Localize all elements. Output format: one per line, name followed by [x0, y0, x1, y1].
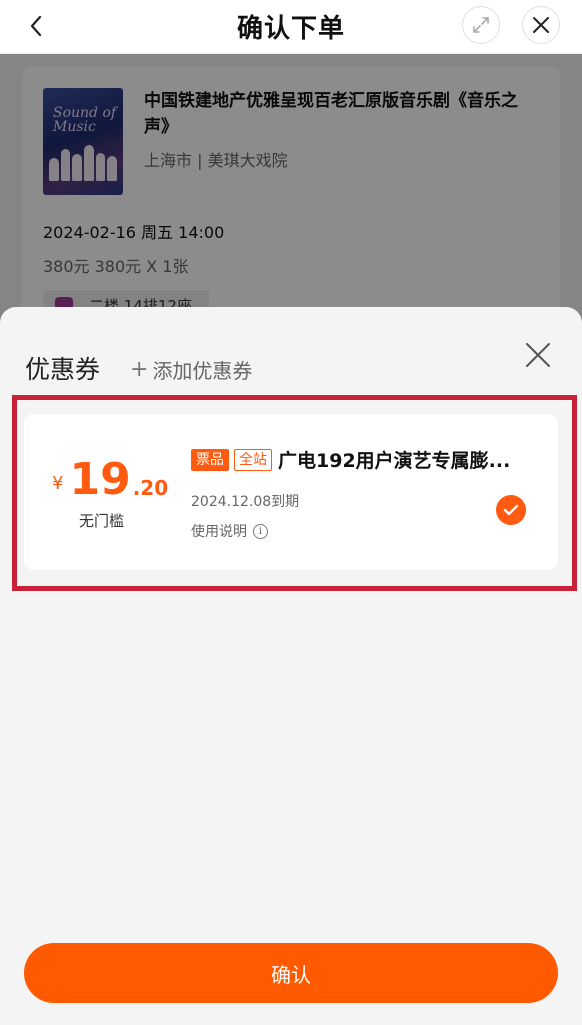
top-bar: 确认下单 — [0, 0, 582, 54]
amount-decimal: .20 — [132, 476, 169, 500]
currency-symbol: ¥ — [52, 473, 64, 494]
close-icon — [526, 343, 550, 367]
coupon-amount: ¥ 19 .20 — [52, 458, 168, 502]
expand-icon — [473, 17, 489, 33]
coupon-sheet: 优惠券 + 添加优惠券 ¥ 19 .20 无门槛 票品 全站 广电192用户演艺… — [0, 307, 582, 1025]
add-coupon-button[interactable]: + 添加优惠券 — [130, 355, 252, 384]
add-coupon-label: 添加优惠券 — [152, 359, 253, 383]
check-icon — [503, 504, 519, 516]
coupon-name: 广电192用户演艺专属膨... — [278, 450, 511, 472]
coupon-threshold: 无门槛 — [79, 512, 125, 530]
close-button[interactable] — [522, 6, 560, 44]
usage-label: 使用说明 — [191, 524, 247, 540]
info-icon: i — [253, 523, 268, 539]
amount-integer: 19 — [69, 454, 131, 505]
ticket-tag: 票品 — [191, 448, 229, 471]
confirm-button[interactable]: 确认 — [24, 943, 558, 1003]
close-icon — [533, 17, 549, 33]
usage-instructions-link[interactable]: 使用说明 i — [191, 521, 268, 541]
coupon-title-row: 票品 全站 广电192用户演艺专属膨... — [191, 446, 510, 473]
expand-button[interactable] — [462, 6, 500, 44]
coupon-card[interactable]: ¥ 19 .20 无门槛 票品 全站 广电192用户演艺专属膨... 2024.… — [24, 414, 558, 570]
sheet-close-button[interactable] — [522, 339, 554, 371]
coupon-expiry: 2024.12.08到期 — [191, 494, 300, 510]
sitewide-tag: 全站 — [234, 448, 272, 471]
sheet-title: 优惠券 — [25, 355, 101, 384]
plus-icon: + — [130, 357, 149, 382]
coupon-selected-checkbox[interactable] — [496, 495, 526, 525]
